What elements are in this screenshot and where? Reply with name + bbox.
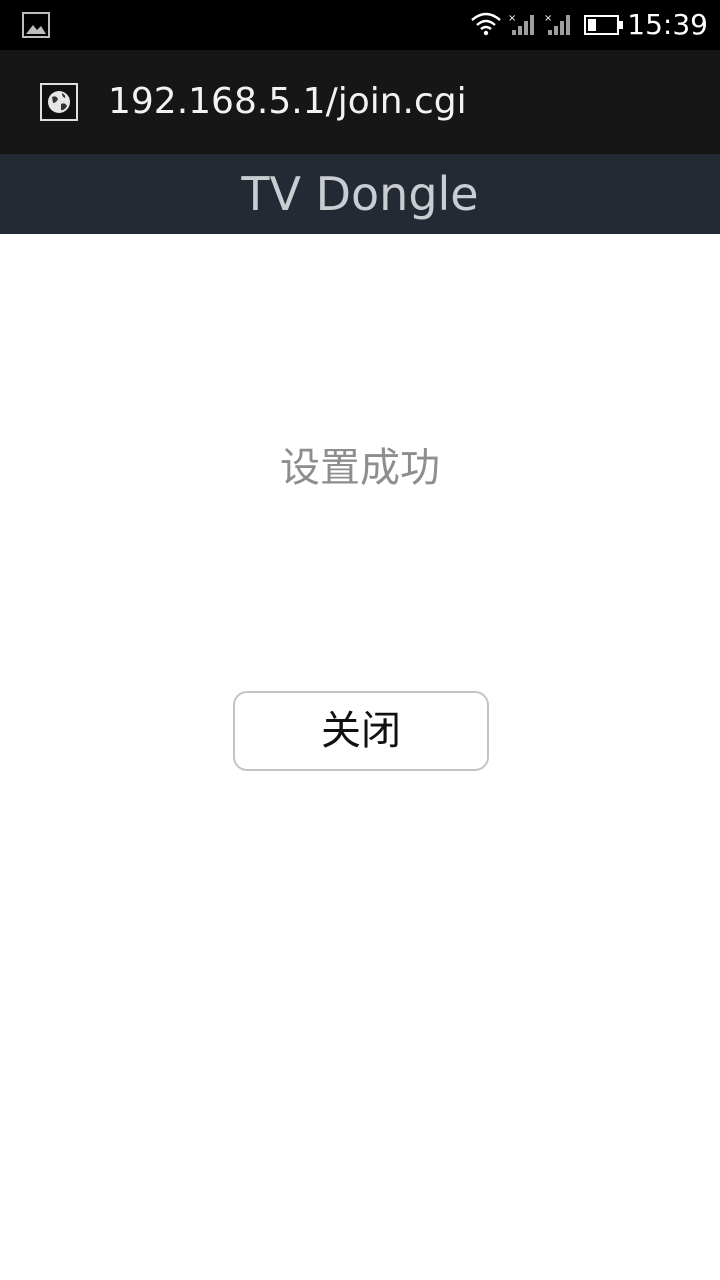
signal-no-service-icon: × — [508, 13, 534, 35]
svg-text:×: × — [544, 13, 552, 24]
close-button[interactable]: 关闭 — [233, 691, 489, 771]
wifi-icon — [471, 12, 501, 36]
svg-text:×: × — [508, 13, 516, 24]
page-title: TV Dongle — [241, 167, 479, 221]
url-text[interactable]: 192.168.5.1/join.cgi — [108, 80, 467, 124]
status-bar: × × 15:39 — [0, 0, 720, 50]
image-notification-icon — [22, 12, 50, 38]
browser-url-bar[interactable]: 192.168.5.1/join.cgi — [0, 50, 720, 154]
globe-icon — [40, 83, 78, 121]
page-header: TV Dongle — [0, 154, 720, 234]
signal-no-service-icon: × — [544, 13, 570, 35]
success-message: 设置成功 — [280, 445, 440, 491]
status-icons: × × 15:39 — [460, 0, 720, 50]
battery-low-icon — [584, 15, 623, 35]
status-clock: 15:39 — [627, 8, 708, 41]
